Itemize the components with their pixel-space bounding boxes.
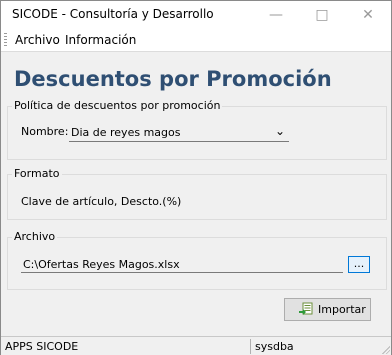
status-app-name: APPS SICODE	[5, 340, 79, 353]
import-button[interactable]: Importar	[284, 298, 371, 321]
file-groupbox: Archivo C:\Ofertas Reyes Magos.xlsx ...	[7, 230, 387, 290]
file-legend: Archivo	[12, 230, 58, 243]
minimize-icon[interactable]: —	[253, 1, 299, 29]
window-title: SICODE - Consultoría y Desarrollo	[12, 7, 214, 21]
menu-item-archivo[interactable]: Archivo	[15, 33, 60, 47]
title-bar[interactable]: SICODE - Consultoría y Desarrollo — □ ✕	[1, 1, 391, 29]
page-title: Descuentos por Promoción	[14, 67, 332, 91]
format-legend: Formato	[12, 167, 62, 180]
chevron-down-icon[interactable]: ⌄	[275, 124, 285, 138]
import-button-label: Importar	[318, 303, 366, 316]
nombre-label: Nombre:	[21, 125, 69, 138]
status-user: sysdba	[255, 340, 294, 353]
menu-grip-icon	[4, 33, 7, 47]
policy-groupbox: Política de descuentos por promoción Nom…	[7, 99, 387, 160]
browse-button[interactable]: ...	[348, 256, 370, 273]
policy-legend: Política de descuentos por promoción	[12, 99, 223, 112]
format-groupbox: Formato Clave de artículo, Descto.(%)	[7, 167, 387, 220]
app-window: SICODE - Consultoría y Desarrollo — □ ✕ …	[0, 0, 392, 355]
close-icon[interactable]: ✕	[345, 1, 391, 29]
nombre-dropdown[interactable]: Dia de reyes magos ⌄	[69, 124, 289, 142]
nombre-dropdown-value: Dia de reyes magos	[71, 126, 181, 139]
format-text: Clave de artículo, Descto.(%)	[21, 195, 182, 208]
maximize-icon[interactable]: □	[299, 1, 345, 29]
status-separator	[250, 339, 251, 354]
menu-bar: Archivo Información	[1, 29, 391, 51]
resize-grip-icon[interactable]	[380, 344, 390, 354]
import-excel-icon	[299, 302, 313, 315]
menu-item-informacion[interactable]: Información	[65, 33, 136, 47]
file-path-value: C:\Ofertas Reyes Magos.xlsx	[23, 258, 180, 271]
file-path-input[interactable]: C:\Ofertas Reyes Magos.xlsx	[21, 257, 343, 273]
status-bar: APPS SICODE sysdba	[1, 336, 391, 355]
